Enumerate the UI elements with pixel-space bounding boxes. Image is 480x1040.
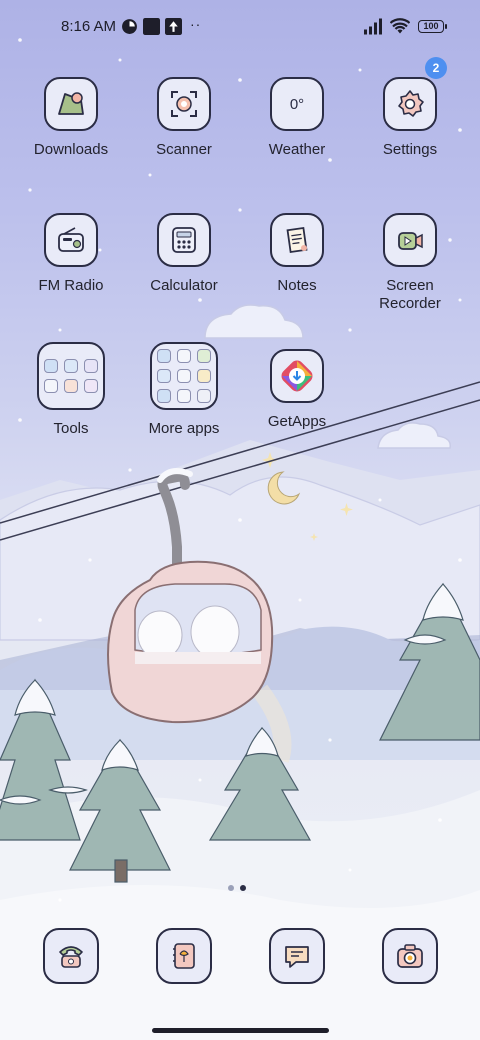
- folder-icon[interactable]: [150, 342, 218, 410]
- camera-icon[interactable]: [382, 928, 438, 984]
- status-time: 8:16 AM: [61, 18, 117, 35]
- dock-phone[interactable]: [43, 928, 99, 984]
- page-dot: [228, 885, 234, 891]
- weather-temp: 0°: [289, 95, 305, 113]
- app-label: Screen Recorder: [379, 277, 441, 312]
- status-bar: 8:16 AM ·· 100: [0, 0, 480, 56]
- weather-icon[interactable]: 0°: [270, 77, 324, 131]
- signal-icon: [364, 18, 382, 35]
- notification-square-icon: [143, 18, 160, 35]
- folder-more-apps[interactable]: More apps: [128, 342, 240, 438]
- dock-messages[interactable]: [269, 928, 325, 984]
- notes-icon[interactable]: [270, 213, 324, 267]
- app-notes[interactable]: Notes: [241, 213, 353, 295]
- calculator-icon[interactable]: [157, 213, 211, 267]
- app-label: FM Radio: [38, 277, 104, 294]
- app-label: Settings: [382, 141, 438, 158]
- radio-icon[interactable]: [44, 213, 98, 267]
- contacts-icon[interactable]: [156, 928, 212, 984]
- page-indicator: [228, 878, 252, 896]
- app-label: Tools: [53, 420, 89, 437]
- app-label: Weather: [268, 141, 326, 158]
- folder-tools[interactable]: Tools: [15, 342, 127, 438]
- app-calculator[interactable]: Calculator: [128, 213, 240, 295]
- more-dots-icon: ··: [190, 16, 202, 32]
- app-label: Notes: [277, 277, 317, 294]
- app-getapps[interactable]: GetApps: [241, 349, 353, 431]
- app-fm-radio[interactable]: FM Radio: [15, 213, 127, 295]
- app-label: Calculator: [150, 277, 218, 294]
- scanner-icon[interactable]: [157, 77, 211, 131]
- app-settings[interactable]: 2 Settings: [354, 57, 466, 159]
- app-downloads[interactable]: Downloads: [15, 77, 127, 159]
- screen-recorder-icon[interactable]: [383, 213, 437, 267]
- upload-icon: [165, 18, 182, 35]
- home-indicator[interactable]: [152, 1028, 329, 1033]
- battery-icon: 100: [418, 20, 447, 33]
- phone-icon[interactable]: [43, 928, 99, 984]
- wifi-icon: [390, 18, 410, 34]
- messages-icon[interactable]: [269, 928, 325, 984]
- app-scanner[interactable]: Scanner: [128, 77, 240, 159]
- app-label: Downloads: [33, 141, 109, 158]
- page-dot-current: [240, 885, 246, 891]
- app-label: Scanner: [156, 141, 212, 158]
- dock-contacts[interactable]: [156, 928, 212, 984]
- app-label: GetApps: [267, 413, 327, 430]
- app-weather[interactable]: 0° Weather: [241, 77, 353, 159]
- getapps-icon[interactable]: [270, 349, 324, 403]
- downloads-icon[interactable]: [44, 77, 98, 131]
- data-saver-icon: [122, 19, 137, 34]
- notification-badge: 2: [425, 57, 447, 79]
- app-screen-recorder[interactable]: Screen Recorder: [354, 213, 466, 313]
- dock-camera[interactable]: [382, 928, 438, 984]
- app-label: More apps: [148, 420, 220, 437]
- gear-icon[interactable]: 2: [383, 57, 447, 131]
- folder-icon[interactable]: [37, 342, 105, 410]
